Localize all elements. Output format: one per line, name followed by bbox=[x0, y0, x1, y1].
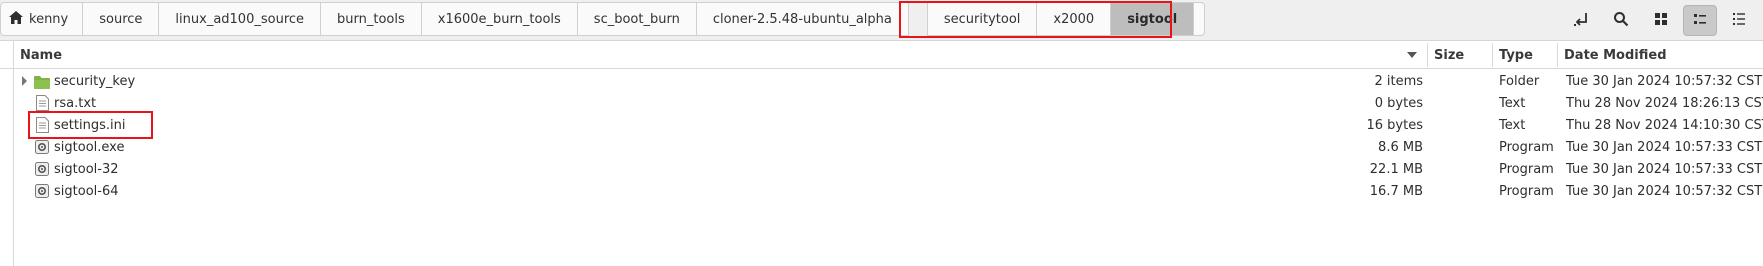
breadcrumb-label: burn_tools bbox=[337, 11, 405, 27]
file-type: Text bbox=[1499, 117, 1526, 133]
file-name: settings.ini bbox=[54, 117, 126, 133]
list-item[interactable]: settings.ini 16 bytes Text Thu 28 Nov 20… bbox=[14, 114, 1763, 136]
home-icon bbox=[9, 10, 23, 28]
breadcrumb-sc-boot-burn[interactable]: sc_boot_burn bbox=[576, 2, 697, 36]
file-date: Tue 30 Jan 2024 10:57:33 CST bbox=[1566, 161, 1763, 177]
file-size: 22.1 MB bbox=[1369, 161, 1423, 177]
list-item[interactable]: rsa.txt 0 bytes Text Thu 28 Nov 2024 18:… bbox=[14, 92, 1763, 114]
file-type: Text bbox=[1499, 95, 1526, 111]
executable-icon bbox=[34, 182, 50, 200]
file-date: Tue 30 Jan 2024 10:57:32 CST bbox=[1566, 73, 1763, 89]
file-size: 2 items bbox=[1374, 73, 1423, 89]
breadcrumb-label: x1600e_burn_tools bbox=[437, 11, 561, 27]
file-name: sigtool-64 bbox=[54, 183, 119, 199]
file-name: rsa.txt bbox=[54, 95, 97, 111]
file-size: 16.7 MB bbox=[1369, 183, 1423, 199]
file-size: 0 bytes bbox=[1374, 95, 1423, 111]
column-header-size[interactable]: Size bbox=[1434, 41, 1464, 69]
breadcrumb-kenny[interactable]: kenny bbox=[0, 2, 84, 36]
breadcrumb-burn-tools[interactable]: burn_tools bbox=[320, 2, 422, 36]
file-type: Folder bbox=[1499, 73, 1540, 89]
file-type: Program bbox=[1499, 139, 1554, 155]
breadcrumb-x1600e-burn-tools[interactable]: x1600e_burn_tools bbox=[420, 2, 578, 36]
file-type: Program bbox=[1499, 161, 1554, 177]
search-icon bbox=[1613, 11, 1629, 31]
column-header-date-modified[interactable]: Date Modified bbox=[1564, 41, 1667, 69]
file-size: 16 bytes bbox=[1366, 117, 1424, 133]
list-item[interactable]: sigtool-64 16.7 MB Program Tue 30 Jan 20… bbox=[14, 180, 1763, 202]
breadcrumb-sigtool[interactable]: sigtool bbox=[1110, 2, 1195, 36]
column-label: Name bbox=[20, 47, 63, 63]
file-date: Thu 28 Nov 2024 14:10:30 CST bbox=[1566, 117, 1763, 133]
list-view-icon bbox=[1693, 12, 1707, 30]
column-label: Date Modified bbox=[1564, 47, 1667, 63]
list-item[interactable]: sigtool-32 22.1 MB Program Tue 30 Jan 20… bbox=[14, 158, 1763, 180]
open-location-icon bbox=[1573, 11, 1589, 31]
breadcrumb: kenny source linux_ad100_source burn_too… bbox=[0, 2, 1206, 36]
compact-view-icon bbox=[1732, 12, 1746, 30]
breadcrumb-linux-ad100-source[interactable]: linux_ad100_source bbox=[158, 2, 322, 36]
open-location-button[interactable] bbox=[1564, 5, 1598, 36]
breadcrumb-overflow[interactable] bbox=[1193, 2, 1206, 36]
breadcrumb-source[interactable]: source bbox=[82, 2, 160, 36]
column-label: Type bbox=[1499, 47, 1533, 63]
list-view-button[interactable] bbox=[1683, 5, 1717, 36]
toolbar: kenny source linux_ad100_source burn_too… bbox=[0, 0, 1763, 41]
file-date: Thu 28 Nov 2024 18:26:13 CST bbox=[1566, 95, 1763, 111]
breadcrumb-cloner[interactable]: cloner-2.5.48-ubuntu_alpha bbox=[695, 2, 909, 36]
file-type: Program bbox=[1499, 183, 1554, 199]
breadcrumb-label: sigtool bbox=[1127, 11, 1178, 27]
file-date: Tue 30 Jan 2024 10:57:33 CST bbox=[1566, 139, 1763, 155]
list-item[interactable]: sigtool.exe 8.6 MB Program Tue 30 Jan 20… bbox=[14, 136, 1763, 158]
expand-arrow-icon[interactable] bbox=[22, 76, 27, 86]
breadcrumb-x2000[interactable]: x2000 bbox=[1036, 2, 1112, 36]
file-size: 8.6 MB bbox=[1378, 139, 1423, 155]
breadcrumb-label: kenny bbox=[29, 11, 69, 27]
column-separator[interactable] bbox=[1492, 43, 1493, 67]
column-separator[interactable] bbox=[1557, 43, 1558, 67]
breadcrumb-label: linux_ad100_source bbox=[175, 11, 305, 27]
list-header: Name Size Type Date Modified bbox=[0, 41, 1763, 69]
breadcrumb-label: securitytool bbox=[943, 11, 1021, 27]
breadcrumb-label: x2000 bbox=[1053, 11, 1095, 27]
file-name: sigtool-32 bbox=[54, 161, 119, 177]
sort-descending-icon[interactable] bbox=[1407, 52, 1417, 58]
executable-icon bbox=[34, 160, 50, 178]
folder-icon bbox=[34, 72, 50, 90]
list-item[interactable]: security_key 2 items Folder Tue 30 Jan 2… bbox=[14, 70, 1763, 92]
breadcrumb-securitytool[interactable]: securitytool bbox=[926, 2, 1038, 36]
grid-view-icon bbox=[1654, 12, 1668, 30]
column-header-type[interactable]: Type bbox=[1499, 41, 1533, 69]
compact-view-button[interactable] bbox=[1722, 5, 1756, 36]
breadcrumb-label: sc_boot_burn bbox=[593, 11, 680, 27]
text-file-icon bbox=[34, 116, 50, 134]
search-button[interactable] bbox=[1604, 5, 1638, 36]
grid-view-button[interactable] bbox=[1644, 5, 1678, 36]
breadcrumb-label: source bbox=[99, 11, 143, 27]
executable-icon bbox=[34, 138, 50, 156]
column-header-name[interactable]: Name bbox=[20, 41, 62, 69]
column-separator[interactable] bbox=[1427, 43, 1428, 67]
breadcrumb-label: cloner-2.5.48-ubuntu_alpha bbox=[712, 11, 892, 27]
file-name: security_key bbox=[54, 73, 136, 89]
file-name: sigtool.exe bbox=[54, 139, 125, 155]
file-date: Tue 30 Jan 2024 10:57:32 CST bbox=[1566, 183, 1763, 199]
text-file-icon bbox=[34, 94, 50, 112]
column-label: Size bbox=[1434, 47, 1465, 63]
